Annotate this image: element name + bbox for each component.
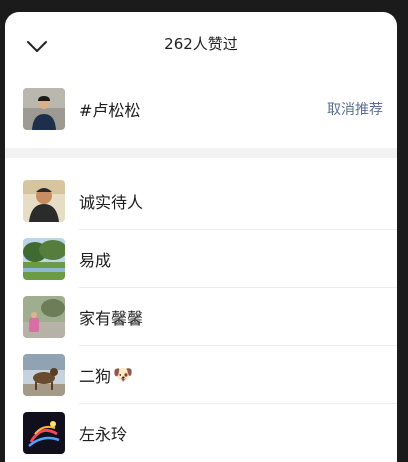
list-item[interactable]: 易成: [5, 230, 397, 288]
user-name-text: 二狗: [79, 366, 112, 386]
user-name: 诚实待人: [79, 172, 397, 230]
avatar[interactable]: [23, 296, 65, 338]
unrecommend-button[interactable]: 取消推荐: [327, 99, 383, 119]
list-item[interactable]: 诚实待人: [5, 172, 397, 230]
list-item[interactable]: 二狗 🐶: [5, 346, 397, 404]
user-name: 左永玲: [79, 404, 397, 462]
user-name-text: 易成: [79, 250, 112, 270]
avatar[interactable]: [23, 354, 65, 396]
collapse-button[interactable]: [25, 34, 49, 58]
user-name: 家有馨馨: [79, 288, 397, 346]
user-list: 诚实待人 易成 家有馨馨 二狗 🐶 左永玲: [5, 158, 397, 462]
topic-name[interactable]: #卢松松: [79, 97, 327, 121]
likes-sheet: 262人赞过 #卢松松 取消推荐 诚实待人 易成 家有馨馨 二狗 🐶 左永玲: [5, 12, 397, 462]
user-name-text: 诚实待人: [79, 192, 144, 212]
avatar[interactable]: [23, 88, 65, 130]
chevron-down-icon: [27, 41, 47, 52]
topic-row: #卢松松 取消推荐: [5, 74, 397, 144]
user-name: 二狗 🐶: [79, 346, 397, 404]
list-item[interactable]: 家有馨馨: [5, 288, 397, 346]
page-title: 262人赞过: [164, 34, 238, 53]
avatar[interactable]: [23, 238, 65, 280]
sheet-header: 262人赞过: [5, 12, 397, 74]
user-name-text: 左永玲: [79, 425, 128, 444]
user-name-text: 家有馨馨: [79, 308, 144, 328]
dog-emoji: 🐶: [113, 365, 133, 384]
avatar[interactable]: [23, 412, 65, 454]
user-name: 易成: [79, 230, 397, 288]
list-item[interactable]: 左永玲: [5, 404, 397, 462]
section-divider: [5, 148, 397, 158]
avatar[interactable]: [23, 180, 65, 222]
